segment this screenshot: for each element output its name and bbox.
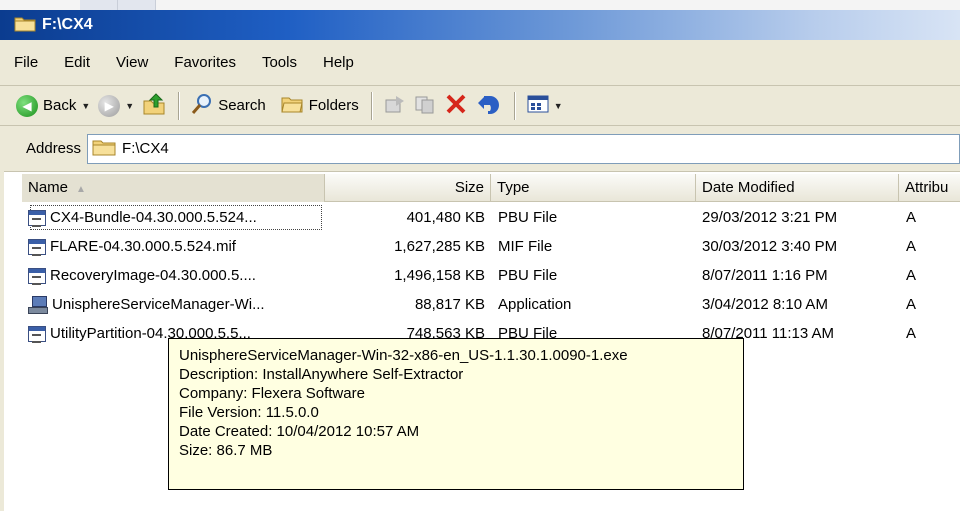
folders-icon [280, 94, 304, 118]
file-icon [28, 209, 46, 227]
column-header-attributes[interactable]: Attribu [899, 174, 960, 202]
menu-tools[interactable]: Tools [262, 54, 297, 71]
toolbar-separator [178, 91, 180, 120]
file-name: UnisphereServiceManager-Wi... [52, 296, 265, 313]
menu-edit[interactable]: Edit [64, 54, 90, 71]
undo-icon [476, 93, 502, 119]
file-type: PBU File [498, 209, 558, 226]
left-edge [0, 140, 4, 511]
top-strip-segment [118, 0, 156, 10]
back-arrow-icon: ◀ [16, 94, 38, 117]
column-header-date-modified[interactable]: Date Modified [696, 174, 899, 202]
chevron-down-icon[interactable]: ▼ [554, 101, 563, 111]
application-icon [28, 295, 48, 314]
tooltip-filename: UnisphereServiceManager-Win-32-x86-en_US… [179, 347, 628, 364]
menu-favorites[interactable]: Favorites [174, 54, 236, 71]
folders-button[interactable]: Folders [276, 91, 363, 121]
file-row[interactable]: RecoveryImage-04.30.000.5.... 1,496,158 … [22, 261, 960, 290]
toolbar: ◀ Back ▼ ▶ ▼ Search Folders ▼ [0, 86, 960, 126]
file-name-cell[interactable]: RecoveryImage-04.30.000.5.... [28, 261, 324, 290]
move-to-icon [384, 94, 406, 118]
address-bar: Address F:\CX4 [0, 126, 960, 172]
file-info-tooltip: UnisphereServiceManager-Win-32-x86-en_US… [168, 338, 744, 490]
search-button[interactable]: Search [187, 91, 270, 121]
move-to-button[interactable] [380, 91, 410, 121]
file-icon [28, 267, 46, 285]
file-date-modified: 29/03/2012 3:21 PM [702, 209, 838, 226]
back-button[interactable]: ◀ Back ▼ [12, 91, 94, 121]
file-size: 401,480 KB [406, 209, 485, 226]
file-name: FLARE-04.30.000.5.524.mif [50, 238, 236, 255]
search-icon [191, 93, 213, 119]
file-row[interactable]: FLARE-04.30.000.5.524.mif 1,627,285 KB M… [22, 232, 960, 261]
copy-to-button[interactable] [410, 91, 440, 121]
file-row[interactable]: CX4-Bundle-04.30.000.5.524... 401,480 KB… [22, 203, 960, 232]
delete-button[interactable] [440, 91, 472, 121]
tooltip-file-version: File Version: 11.5.0.0 [179, 404, 319, 421]
file-name-cell[interactable]: FLARE-04.30.000.5.524.mif [28, 232, 324, 261]
file-type: MIF File [498, 238, 553, 255]
file-name-cell[interactable]: CX4-Bundle-04.30.000.5.524... [28, 203, 324, 232]
file-name: RecoveryImage-04.30.000.5.... [50, 267, 256, 284]
views-grid-icon [527, 94, 549, 118]
column-header-row: Name ▲ Size Type Date Modified Attribu [22, 174, 960, 202]
top-strip [0, 0, 960, 10]
file-size: 1,627,285 KB [394, 238, 485, 255]
menu-bar: File Edit View Favorites Tools Help [0, 40, 960, 86]
copy-to-icon [414, 94, 436, 118]
window-title: F:\CX4 [42, 16, 93, 33]
column-name-label: Name [28, 179, 69, 196]
file-attributes: A [906, 296, 917, 313]
search-label: Search [218, 97, 266, 114]
file-attributes: A [906, 238, 917, 255]
folder-icon [14, 15, 36, 36]
file-attributes: A [906, 209, 917, 226]
file-icon [28, 325, 46, 343]
menu-view[interactable]: View [116, 54, 148, 71]
file-size: 88,817 KB [414, 296, 485, 313]
file-date-modified: 8/07/2011 1:16 PM [702, 267, 828, 284]
file-size: 1,496,158 KB [394, 267, 485, 284]
undo-button[interactable] [472, 91, 506, 121]
tooltip-company: Company: Flexera Software [179, 385, 365, 402]
file-date-modified: 30/03/2012 3:40 PM [702, 238, 838, 255]
address-value: F:\CX4 [122, 140, 169, 157]
forward-arrow-icon: ▶ [98, 94, 121, 117]
menu-help[interactable]: Help [323, 54, 354, 71]
file-type: PBU File [498, 267, 558, 284]
title-bar[interactable]: F:\CX4 [0, 10, 960, 40]
menu-file[interactable]: File [14, 54, 38, 71]
file-type: Application [498, 296, 572, 313]
file-name: CX4-Bundle-04.30.000.5.524... [50, 209, 257, 226]
file-row[interactable]: UnisphereServiceManager-Wi... 88,817 KB … [22, 290, 960, 319]
views-button[interactable]: ▼ [523, 91, 567, 121]
column-header-name[interactable]: Name ▲ [22, 174, 325, 202]
chevron-down-icon[interactable]: ▼ [81, 101, 90, 111]
chevron-down-icon[interactable]: ▼ [125, 101, 134, 111]
toolbar-separator [513, 91, 515, 120]
column-header-size[interactable]: Size [325, 174, 491, 202]
tooltip-date-created: Date Created: 10/04/2012 10:57 AM [179, 423, 420, 440]
sort-ascending-icon: ▲ [76, 184, 86, 195]
forward-button[interactable]: ▶ ▼ [94, 91, 138, 121]
file-attributes: A [906, 325, 917, 342]
address-label: Address [26, 140, 82, 157]
back-label: Back [43, 97, 77, 114]
folders-label: Folders [308, 97, 359, 114]
file-icon [28, 238, 46, 256]
file-attributes: A [906, 267, 917, 284]
up-folder-icon [142, 92, 166, 120]
delete-icon [444, 93, 468, 119]
up-folder-button[interactable] [138, 91, 170, 121]
address-input[interactable]: F:\CX4 [87, 133, 960, 164]
tooltip-size: Size: 86.7 MB [179, 442, 273, 459]
folder-icon [92, 138, 116, 160]
tooltip-description: Description: InstallAnywhere Self-Extrac… [179, 366, 464, 383]
toolbar-separator [370, 91, 372, 120]
column-header-type[interactable]: Type [491, 174, 696, 202]
file-name-cell[interactable]: UnisphereServiceManager-Wi... [28, 290, 324, 319]
top-strip-segment [80, 0, 118, 10]
file-date-modified: 3/04/2012 8:10 AM [702, 296, 828, 313]
